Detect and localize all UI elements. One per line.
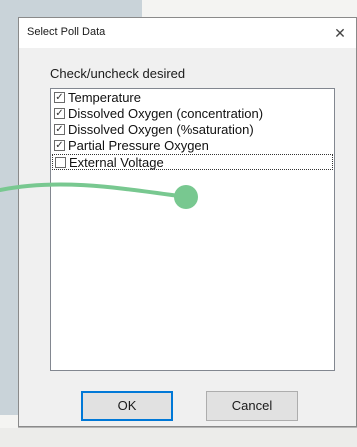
list-item-do-saturation[interactable]: ✓ Dissolved Oxygen (%saturation) — [52, 122, 333, 138]
list-item-label: Temperature — [68, 90, 141, 105]
close-icon[interactable]: ✕ — [328, 21, 352, 45]
dialog-titlebar: Select Poll Data ✕ — [19, 18, 356, 48]
checkbox-icon[interactable]: ✓ — [54, 108, 65, 119]
list-item-label: External Voltage — [69, 155, 164, 170]
list-item-external-voltage[interactable]: External Voltage — [52, 154, 333, 170]
list-item-label: Dissolved Oxygen (concentration) — [68, 106, 264, 121]
cancel-button[interactable]: Cancel — [206, 391, 298, 421]
list-item-label: Dissolved Oxygen (%saturation) — [68, 122, 254, 137]
checkbox-icon[interactable]: ✓ — [54, 124, 65, 135]
list-item-label: Partial Pressure Oxygen — [68, 138, 209, 153]
list-item-do-concentration[interactable]: ✓ Dissolved Oxygen (concentration) — [52, 106, 333, 122]
checkbox-icon[interactable]: ✓ — [54, 92, 65, 103]
background-bottom-strip — [0, 428, 357, 447]
instruction-label: Check/uncheck desired — [50, 66, 186, 81]
ok-button[interactable]: OK — [81, 391, 173, 421]
poll-data-checklist[interactable]: ✓ Temperature ✓ Dissolved Oxygen (concen… — [50, 88, 335, 371]
checkbox-icon[interactable] — [55, 157, 66, 168]
select-poll-data-dialog: Select Poll Data ✕ Check/uncheck desired… — [18, 17, 357, 427]
background-panel — [0, 0, 18, 415]
dialog-title: Select Poll Data — [27, 26, 106, 38]
list-item-partial-pressure[interactable]: ✓ Partial Pressure Oxygen — [52, 138, 333, 154]
list-item-temperature[interactable]: ✓ Temperature — [52, 90, 333, 106]
checkbox-icon[interactable]: ✓ — [54, 140, 65, 151]
